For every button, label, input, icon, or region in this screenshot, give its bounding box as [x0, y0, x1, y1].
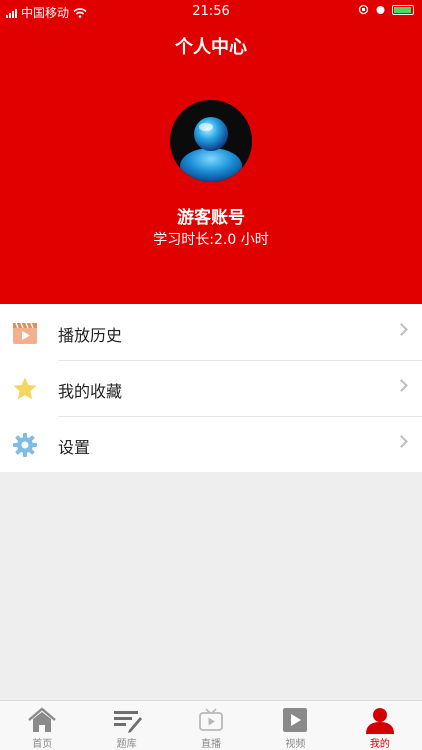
gear-icon [13, 433, 37, 457]
tab-video[interactable]: 视频 [253, 701, 337, 750]
orientation-lock-icon [358, 4, 369, 15]
tab-home[interactable]: 首页 [0, 701, 84, 750]
alarm-icon [376, 6, 385, 14]
menu-item-label: 设置 [58, 438, 91, 457]
menu-item-play-history[interactable]: 播放历史 [0, 304, 422, 360]
user-avatar-icon [170, 100, 252, 182]
menu-item-label: 播放历史 [58, 326, 123, 345]
tab-bar: 首页 题库 直播 视频 我的 [0, 700, 422, 750]
tab-label: 题库 [116, 739, 137, 750]
star-icon [13, 377, 37, 400]
tab-label: 首页 [32, 739, 53, 750]
profile-menu: 播放历史 我的收藏 设置 [0, 304, 422, 472]
tab-label: 我的 [369, 739, 390, 750]
avatar[interactable] [170, 100, 252, 182]
chevron-right-icon [395, 379, 408, 392]
chevron-right-icon [395, 435, 408, 448]
play-history-icon [13, 322, 37, 344]
tab-label: 视频 [285, 739, 306, 750]
profile-header: 个人中心 游客账号 学习时长:2.0 小时 [0, 0, 422, 304]
tab-mine[interactable]: 我的 [338, 701, 422, 750]
video-play-icon [283, 708, 308, 732]
tab-question-bank[interactable]: 题库 [84, 701, 168, 750]
battery-icon [392, 4, 414, 15]
tv-icon [199, 708, 223, 731]
home-icon [28, 707, 56, 732]
tab-label: 直播 [201, 739, 222, 750]
username: 游客账号 [177, 208, 245, 228]
study-time: 学习时长:2.0 小时 [153, 232, 269, 248]
menu-item-label: 我的收藏 [58, 382, 123, 401]
menu-item-favorites[interactable]: 我的收藏 [0, 360, 422, 416]
question-bank-icon [113, 711, 142, 733]
status-bar: 中国移动 21:56 [0, 0, 422, 22]
page-title: 个人中心 [175, 37, 247, 58]
menu-item-settings[interactable]: 设置 [0, 416, 422, 472]
chevron-right-icon [395, 323, 408, 336]
tab-live[interactable]: 直播 [169, 701, 253, 750]
user-icon [365, 708, 394, 734]
